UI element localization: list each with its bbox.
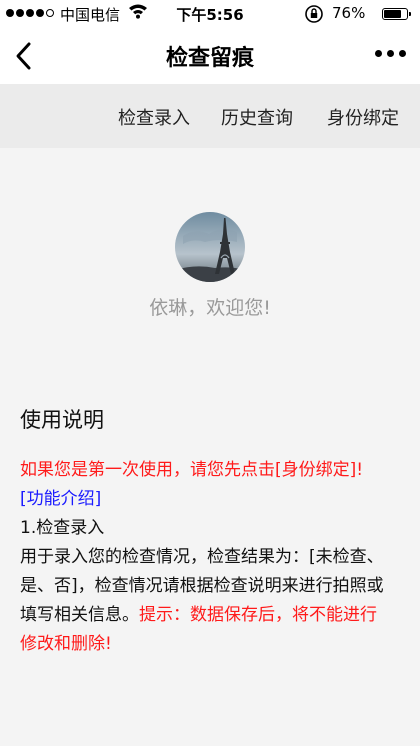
avatar: [175, 212, 245, 282]
tab-check-entry[interactable]: 检查录入: [118, 104, 190, 130]
more-dots-icon[interactable]: [375, 50, 406, 57]
nav-bar: 检查留痕: [0, 28, 420, 84]
feature-intro-link[interactable]: [功能介绍]: [20, 485, 390, 514]
tab-bar: 检查录入 历史查询 身份绑定: [0, 84, 420, 148]
item-1-description: 用于录入您的检查情况，检查结果为：[未检查、是、否]，检查情况请根据检查说明来进…: [20, 543, 390, 659]
tab-identity-binding[interactable]: 身份绑定: [327, 104, 399, 130]
tab-history-query[interactable]: 历史查询: [221, 104, 293, 130]
item-1-title: 1.检查录入: [20, 518, 105, 538]
welcome-message: 依琳，欢迎您!: [149, 297, 271, 319]
status-bar: 中国电信 下午5:56 76%: [0, 0, 420, 28]
battery-icon: [382, 8, 411, 20]
first-use-notice: 如果您是第一次使用，请您先点击[身份绑定]!: [20, 460, 364, 480]
page-title: 检查留痕: [165, 46, 254, 71]
eiffel-tower-avatar: [175, 212, 245, 282]
battery-percent: 76%: [332, 4, 366, 22]
instructions-heading: 使用说明: [20, 408, 104, 432]
rotation-lock-icon: [304, 4, 324, 28]
instructions-section: 使用说明 如果您是第一次使用，请您先点击[身份绑定]! [功能介绍] 1.检查录…: [20, 404, 390, 659]
